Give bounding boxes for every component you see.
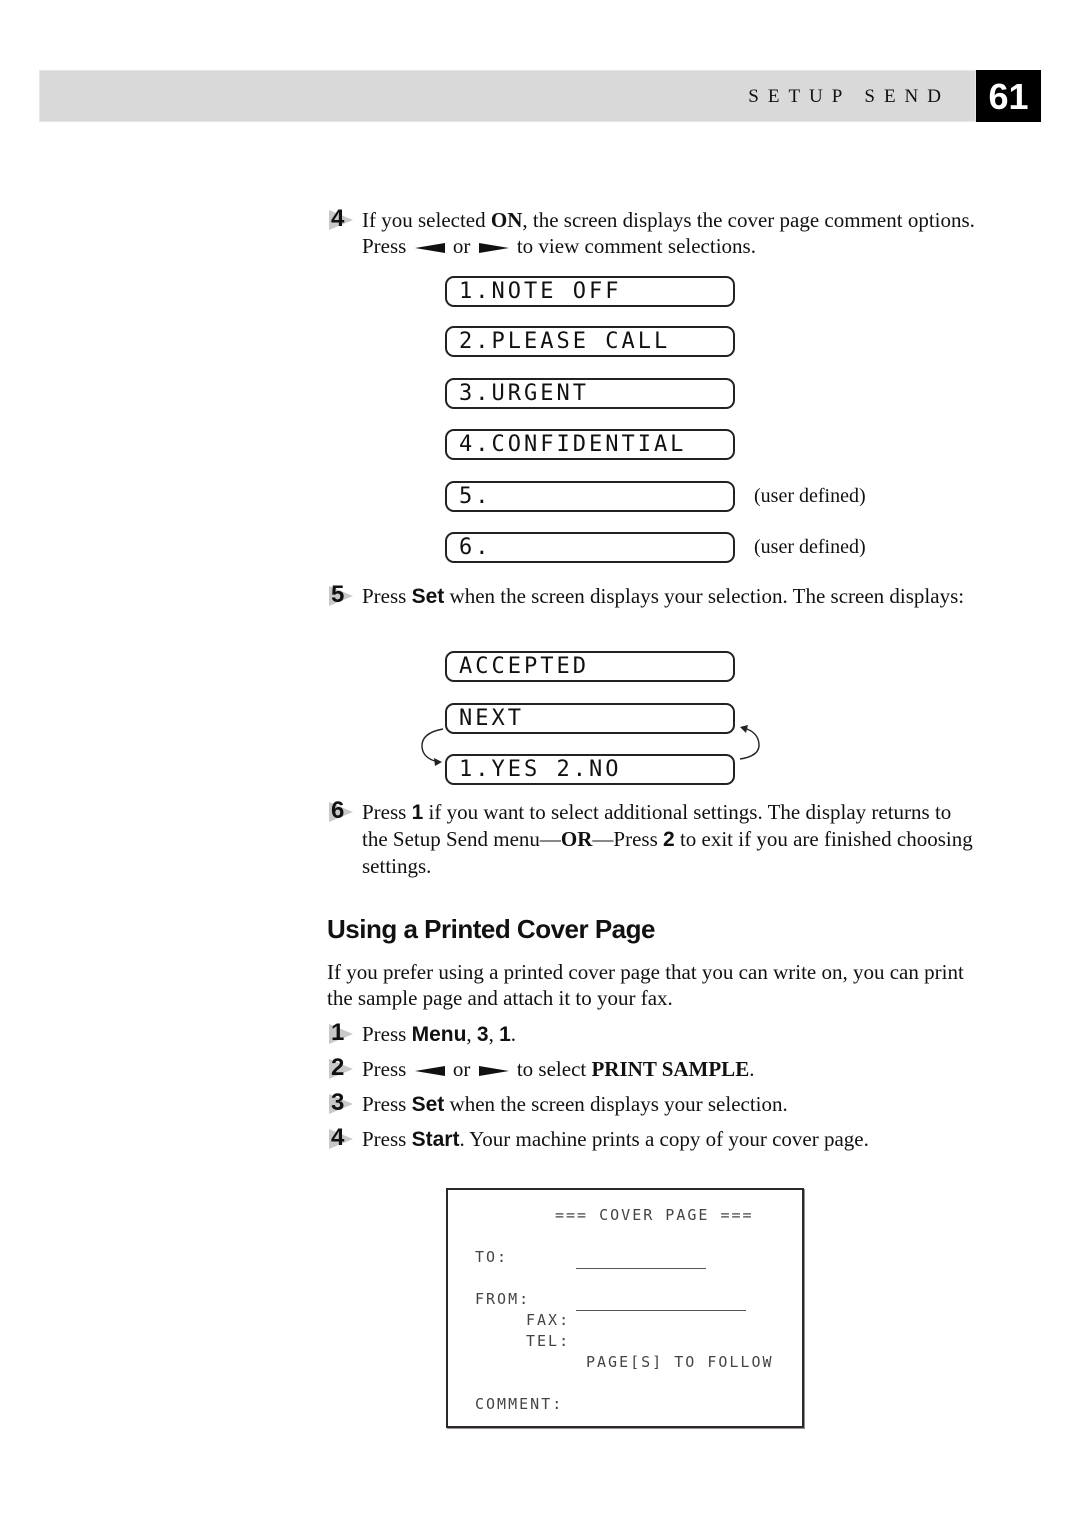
step-number-badge: 3 [327, 1090, 355, 1117]
step-text: Press or to select PRINT SAMPLE. [362, 1057, 755, 1081]
step-number-badge: 4 [327, 1125, 355, 1152]
step-text: Press Set when the screen displays your … [362, 584, 965, 608]
from-blank-line [576, 1310, 746, 1311]
lcd-option-1: 1.NOTE OFF [445, 276, 735, 307]
tel-label: TEL: [526, 1332, 571, 1350]
step-text: If you selected ON, the screen displays … [362, 208, 975, 258]
user-defined-note: (user defined) [754, 485, 866, 507]
comment-label: COMMENT: [475, 1395, 564, 1413]
step-b-4-press-start: 4 Press Start. Your machine prints a cop… [327, 1125, 977, 1153]
left-arrow-key-icon [414, 1066, 445, 1077]
cycle-arrow-left-icon [421, 728, 444, 766]
section-title: SETUP SEND [748, 86, 950, 107]
to-blank-line [576, 1268, 706, 1269]
cycle-arrow-right-icon [739, 725, 760, 760]
lcd-next: NEXT [445, 703, 735, 734]
lcd-accepted: ACCEPTED [445, 651, 735, 682]
step-number-badge: 6 [327, 798, 355, 825]
lcd-option-4: 4.CONFIDENTIAL [445, 429, 735, 460]
page-number: 61 [976, 70, 1041, 122]
section-intro: If you prefer using a printed cover page… [327, 960, 964, 1010]
step-b-1-press-menu: 1 Press Menu, 3, 1. [327, 1020, 977, 1048]
step-number-badge: 2 [327, 1055, 355, 1082]
from-label: FROM: [475, 1290, 531, 1308]
right-arrow-key-icon [478, 243, 509, 254]
lcd-yes-no: 1.YES 2.NO [445, 754, 735, 785]
to-label: TO: [475, 1248, 509, 1266]
right-arrow-key-icon [478, 1066, 509, 1077]
step-number-badge: 5 [327, 582, 355, 609]
section-heading: Using a Printed Cover Page [327, 914, 655, 944]
lcd-option-2: 2.PLEASE CALL [445, 326, 735, 357]
step-b-3-press-set: 3 Press Set when the screen displays you… [327, 1090, 977, 1118]
step-5-press-set: 5 Press Set when the screen displays you… [327, 582, 977, 610]
cover-page-sample: === COVER PAGE === TO: FROM: FAX: TEL: P… [446, 1188, 804, 1428]
lcd-option-5: 5. [445, 481, 735, 512]
user-defined-note: (user defined) [754, 536, 866, 558]
lcd-option-3: 3.URGENT [445, 378, 735, 409]
lcd-option-6: 6. [445, 532, 735, 563]
step-number-badge: 4 [327, 206, 355, 233]
step-4-comment-options: 4 If you selected ON, the screen display… [327, 206, 977, 259]
step-b-2-select-print-sample: 2 Press or to select PRINT SAMPLE. [327, 1055, 977, 1082]
step-text: Press Start. Your machine prints a copy … [362, 1127, 869, 1151]
step-text: Press Menu, 3, 1. [362, 1022, 517, 1046]
step-6-additional-settings: 6 Press 1 if you want to select addition… [327, 798, 977, 879]
step-text: Press 1 if you want to select additional… [362, 800, 973, 878]
step-text: Press Set when the screen displays your … [362, 1092, 788, 1116]
fax-label: FAX: [526, 1311, 571, 1329]
cover-title: === COVER PAGE === [555, 1206, 754, 1224]
pages-to-follow-label: PAGE[S] TO FOLLOW [586, 1353, 774, 1371]
left-arrow-key-icon [414, 243, 445, 254]
step-number-badge: 1 [327, 1020, 355, 1047]
